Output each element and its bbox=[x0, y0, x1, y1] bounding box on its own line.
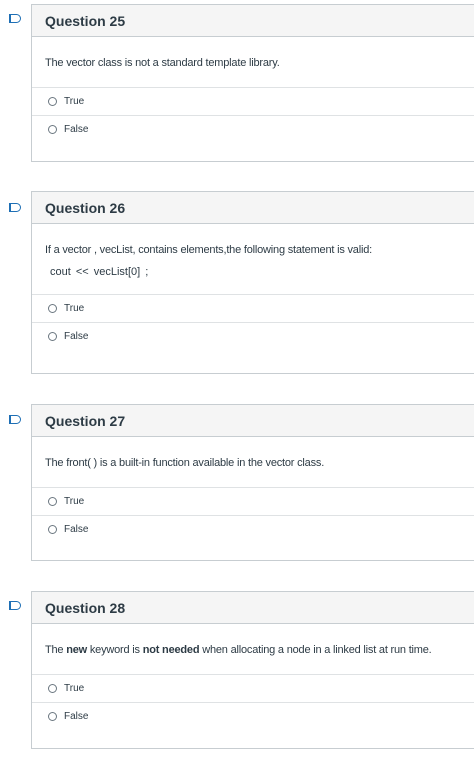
flag-question-icon[interactable] bbox=[9, 203, 21, 212]
radio-button-icon[interactable] bbox=[48, 525, 57, 534]
answer-option-true[interactable]: True bbox=[32, 487, 474, 515]
emphasis-not-needed: not needed bbox=[142, 644, 200, 656]
radio-button-icon[interactable] bbox=[48, 684, 57, 693]
radio-button-icon[interactable] bbox=[48, 332, 57, 341]
answer-option-true[interactable]: True bbox=[32, 674, 474, 702]
answer-label: False bbox=[64, 711, 89, 722]
radio-button-icon[interactable] bbox=[48, 97, 57, 106]
answer-label: True bbox=[64, 496, 85, 507]
answer-option-false[interactable]: False bbox=[32, 322, 474, 350]
question-text: The front( ) is a built-in function avai… bbox=[45, 457, 325, 469]
flag-question-icon[interactable] bbox=[9, 415, 21, 424]
question-text: The new keyword is not needed when alloc… bbox=[32, 624, 474, 656]
question-text: The vector class is not a standard templ… bbox=[45, 57, 280, 69]
question-card: Question 28 The new keyword is not neede… bbox=[31, 591, 474, 749]
question-title: Question 28 bbox=[32, 592, 474, 624]
flag-question-icon[interactable] bbox=[9, 601, 21, 610]
flag-question-icon[interactable] bbox=[9, 14, 21, 23]
question-text-part: keyword is bbox=[87, 644, 143, 656]
question-text-part: The bbox=[45, 644, 67, 656]
question-title: Question 26 bbox=[32, 192, 474, 224]
radio-button-icon[interactable] bbox=[48, 125, 57, 134]
answer-option-true[interactable]: True bbox=[32, 294, 474, 322]
answer-option-false[interactable]: False bbox=[32, 115, 474, 143]
question-title: Question 27 bbox=[32, 405, 474, 437]
answer-option-false[interactable]: False bbox=[32, 702, 474, 730]
answer-label: True bbox=[64, 683, 85, 694]
question-card: Question 26 If a vector , vecList, conta… bbox=[31, 191, 474, 374]
answer-label: True bbox=[64, 303, 85, 314]
radio-button-icon[interactable] bbox=[48, 712, 57, 721]
answer-label: False bbox=[64, 331, 89, 342]
answer-option-true[interactable]: True bbox=[32, 87, 474, 115]
question-text-part: when allocating a node in a linked list … bbox=[199, 644, 432, 656]
question-card: Question 25 The vector class is not a st… bbox=[31, 4, 474, 162]
answer-label: False bbox=[64, 124, 89, 135]
keyword-new: new bbox=[66, 644, 88, 656]
question-text: If a vector , vecList, contains elements… bbox=[45, 244, 372, 256]
answer-label: False bbox=[64, 524, 89, 535]
radio-button-icon[interactable] bbox=[48, 304, 57, 313]
question-card: Question 27 The front( ) is a built-in f… bbox=[31, 404, 474, 561]
code-snippet: cout << vecList[0] ; bbox=[50, 266, 149, 278]
answer-label: True bbox=[64, 96, 85, 107]
radio-button-icon[interactable] bbox=[48, 497, 57, 506]
question-title: Question 25 bbox=[32, 5, 474, 37]
answer-option-false[interactable]: False bbox=[32, 515, 474, 543]
